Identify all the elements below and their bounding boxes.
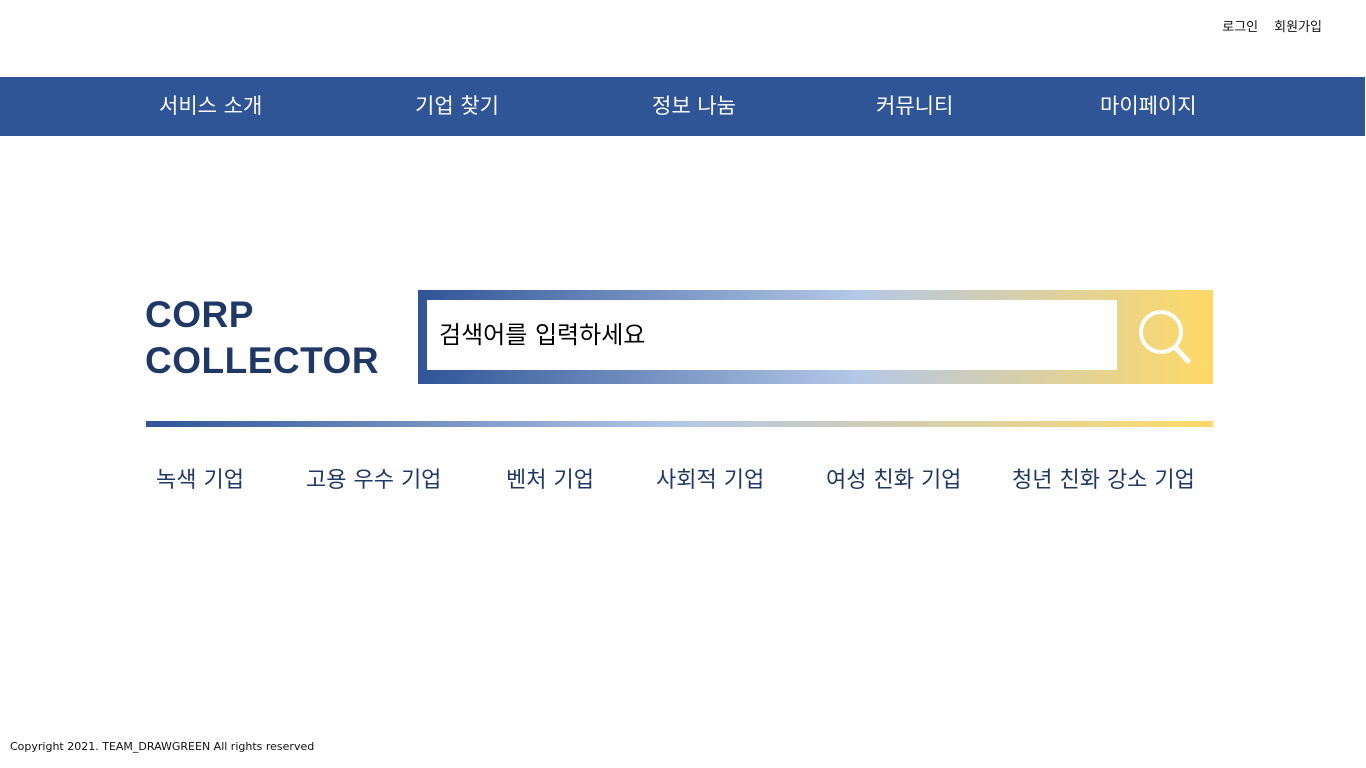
nav-item-info-share[interactable]: 정보 나눔: [652, 77, 736, 136]
logo-line-2: COLLECTOR: [145, 340, 380, 381]
category-youth-friendly[interactable]: 청년 친화 강소 기업: [1012, 462, 1195, 494]
nav-item-community[interactable]: 커뮤니티: [876, 77, 953, 136]
login-link[interactable]: 로그인: [1222, 16, 1258, 35]
page: 로그인 회원가입 서비스 소개 기업 찾기 정보 나눔 커뮤니티 마이페이지 C…: [0, 0, 1366, 768]
gradient-divider: [146, 421, 1213, 427]
search-bar: [418, 290, 1213, 384]
signup-link[interactable]: 회원가입: [1274, 16, 1322, 35]
nav-item-mypage[interactable]: 마이페이지: [1100, 77, 1197, 136]
auth-links: 로그인 회원가입: [1222, 16, 1322, 35]
nav-item-service-intro[interactable]: 서비스 소개: [159, 77, 262, 136]
nav-item-find-company[interactable]: 기업 찾기: [415, 77, 499, 136]
copyright-text: Copyright 2021. TEAM_DRAWGREEN All right…: [10, 740, 315, 753]
site-logo[interactable]: CORP COLLECTOR: [145, 292, 379, 384]
search-input[interactable]: [427, 300, 1117, 370]
category-green-company[interactable]: 녹색 기업: [156, 462, 244, 494]
category-social[interactable]: 사회적 기업: [656, 462, 764, 494]
search-icon: [1139, 310, 1191, 364]
main-nav: 서비스 소개 기업 찾기 정보 나눔 커뮤니티 마이페이지: [0, 77, 1365, 136]
search-button[interactable]: [1117, 290, 1213, 384]
category-venture[interactable]: 벤처 기업: [506, 462, 594, 494]
category-employment-excellent[interactable]: 고용 우수 기업: [306, 462, 441, 494]
category-women-friendly[interactable]: 여성 친화 기업: [826, 462, 961, 494]
logo-line-1: CORP: [145, 294, 254, 335]
